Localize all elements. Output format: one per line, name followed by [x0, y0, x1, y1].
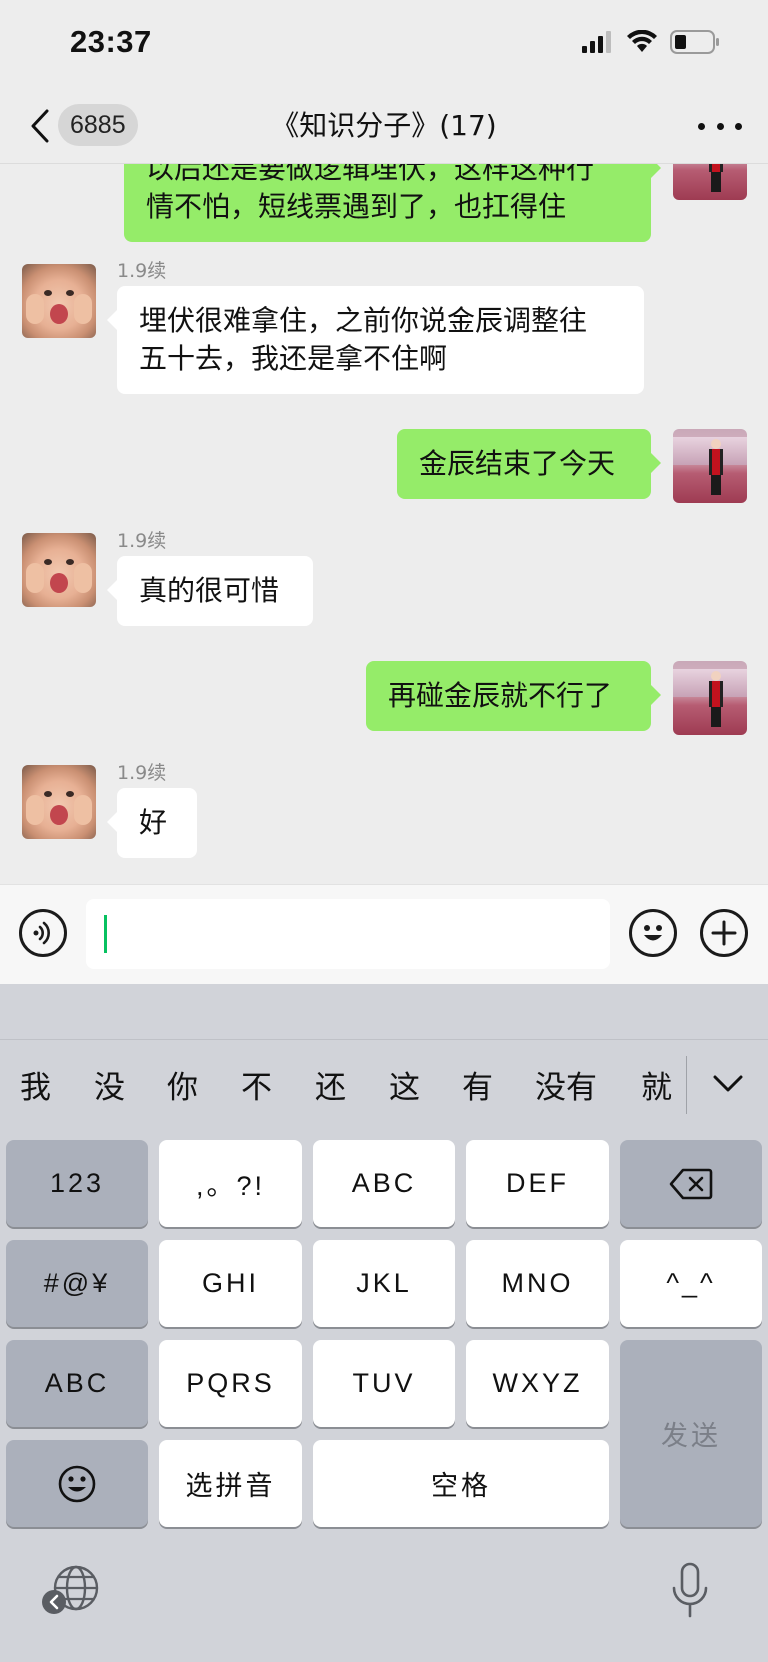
expand-candidates-button[interactable]: [710, 1066, 746, 1102]
voice-icon: [33, 921, 50, 945]
candidate-word[interactable]: 没: [94, 1062, 125, 1107]
sender-name: 1.9续: [117, 762, 167, 784]
candidate-word[interactable]: 这: [389, 1062, 420, 1107]
more-functions-button[interactable]: [700, 909, 748, 957]
sender-name: 1.9续: [117, 530, 167, 552]
chevron-down-icon: [713, 1075, 743, 1092]
dictation-button[interactable]: [670, 1562, 710, 1622]
emoji-button[interactable]: [629, 909, 677, 957]
signal-icon: [582, 31, 611, 53]
my-avatar[interactable]: [673, 429, 747, 503]
message-text-line: 再碰金辰就不行了: [388, 679, 613, 712]
key-pqrs[interactable]: PQRS: [159, 1340, 302, 1427]
candidate-word[interactable]: 你: [167, 1062, 198, 1107]
message-text-line: 五十去，我还是拿不住啊: [139, 342, 448, 375]
candidate-bar: 我 没 你 不 还 这 有 没有 就: [0, 1040, 768, 1130]
emoji-keyboard-button[interactable]: [6, 1440, 148, 1527]
pinyin-keyboard: 我 没 你 不 还 这 有 没有 就 123 ,。?! ABC DEF #@¥ …: [0, 984, 768, 1662]
contact-avatar[interactable]: [22, 765, 96, 839]
key-mno[interactable]: MNO: [466, 1240, 609, 1327]
message-list[interactable]: 以后还是要做逻辑埋伏，这样这种行 情不怕，短线票遇到了，也扛得住 1.9续 埋伏…: [0, 164, 768, 884]
incoming-message-bubble[interactable]: 埋伏很难拿住，之前你说金辰调整往 五十去，我还是拿不住啊: [107, 286, 644, 394]
status-bar: 23:37: [0, 0, 768, 88]
more-dot-icon: [735, 122, 742, 130]
message-text-line: 埋伏很难拿住，之前你说金辰调整往: [139, 304, 588, 337]
backspace-icon: [669, 1168, 713, 1199]
more-options-button[interactable]: [698, 110, 742, 142]
sender-name: 1.9续: [117, 260, 167, 282]
globe-icon: [42, 1565, 99, 1614]
more-dot-icon: [716, 122, 724, 130]
key-ghi[interactable]: GHI: [159, 1240, 302, 1327]
key-select-pinyin[interactable]: 选拼音: [159, 1440, 302, 1527]
message-text-line: 真的很可惜: [139, 574, 280, 607]
candidate-word[interactable]: 就: [641, 1062, 672, 1107]
key-abc-mode[interactable]: ABC: [6, 1340, 148, 1427]
my-avatar[interactable]: [673, 661, 747, 735]
outgoing-message-bubble[interactable]: 金辰结束了今天: [397, 429, 661, 499]
smiley-icon: [58, 1465, 96, 1502]
voice-input-button[interactable]: [19, 909, 67, 957]
message-input-bar: [0, 884, 768, 984]
plus-icon: [711, 920, 737, 946]
candidate-word[interactable]: 我: [20, 1062, 51, 1107]
text-caret: [104, 915, 107, 953]
chat-title: 《知识分子》(17): [271, 109, 497, 142]
key-tuv[interactable]: TUV: [313, 1340, 455, 1427]
candidate-word[interactable]: 不: [241, 1062, 272, 1107]
send-button[interactable]: 发送: [620, 1340, 762, 1527]
battery-icon: [670, 30, 719, 54]
key-punctuation[interactable]: ,。?!: [159, 1140, 302, 1227]
message-text-line: 金辰结束了今天: [419, 447, 616, 480]
chat-header: 6885 《知识分子》(17): [0, 88, 768, 164]
message-input[interactable]: [86, 899, 610, 969]
key-emoticon[interactable]: ^_^: [620, 1240, 762, 1327]
contact-avatar[interactable]: [22, 533, 96, 607]
incoming-message-bubble[interactable]: 好: [107, 788, 197, 858]
outgoing-message-bubble[interactable]: 再碰金辰就不行了: [366, 661, 661, 731]
switch-keyboard-button[interactable]: [42, 1564, 104, 1620]
candidate-word[interactable]: 没有: [535, 1062, 597, 1107]
candidate-divider: [686, 1056, 687, 1114]
message-text-line: 以后还是要做逻辑埋伏，这样这种行: [146, 164, 595, 185]
key-wxyz[interactable]: WXYZ: [466, 1340, 609, 1427]
my-avatar[interactable]: [673, 164, 747, 200]
contact-avatar[interactable]: [22, 264, 96, 338]
wifi-icon: [627, 30, 657, 52]
key-abc[interactable]: ABC: [313, 1140, 455, 1227]
key-symbols[interactable]: #@¥: [6, 1240, 148, 1327]
outgoing-message-bubble[interactable]: 以后还是要做逻辑埋伏，这样这种行 情不怕，短线票遇到了，也扛得住: [124, 164, 661, 242]
microphone-icon: [672, 1562, 708, 1618]
key-jkl[interactable]: JKL: [313, 1240, 455, 1327]
key-def[interactable]: DEF: [466, 1140, 609, 1227]
candidate-word[interactable]: 还: [315, 1062, 346, 1107]
more-dot-icon: [698, 122, 705, 130]
keyboard-top-strip: [0, 984, 768, 1040]
message-text-line: 情不怕，短线票遇到了，也扛得住: [146, 190, 567, 223]
status-time: 23:37: [70, 24, 152, 59]
smiley-icon: [644, 925, 662, 941]
key-123[interactable]: 123: [6, 1140, 148, 1227]
delete-button[interactable]: [620, 1140, 762, 1227]
status-icons: [582, 30, 720, 54]
incoming-message-bubble[interactable]: 真的很可惜: [107, 556, 313, 626]
space-bar[interactable]: 空格: [313, 1440, 609, 1527]
message-text-line: 好: [139, 806, 168, 839]
candidate-word[interactable]: 有: [462, 1062, 493, 1107]
